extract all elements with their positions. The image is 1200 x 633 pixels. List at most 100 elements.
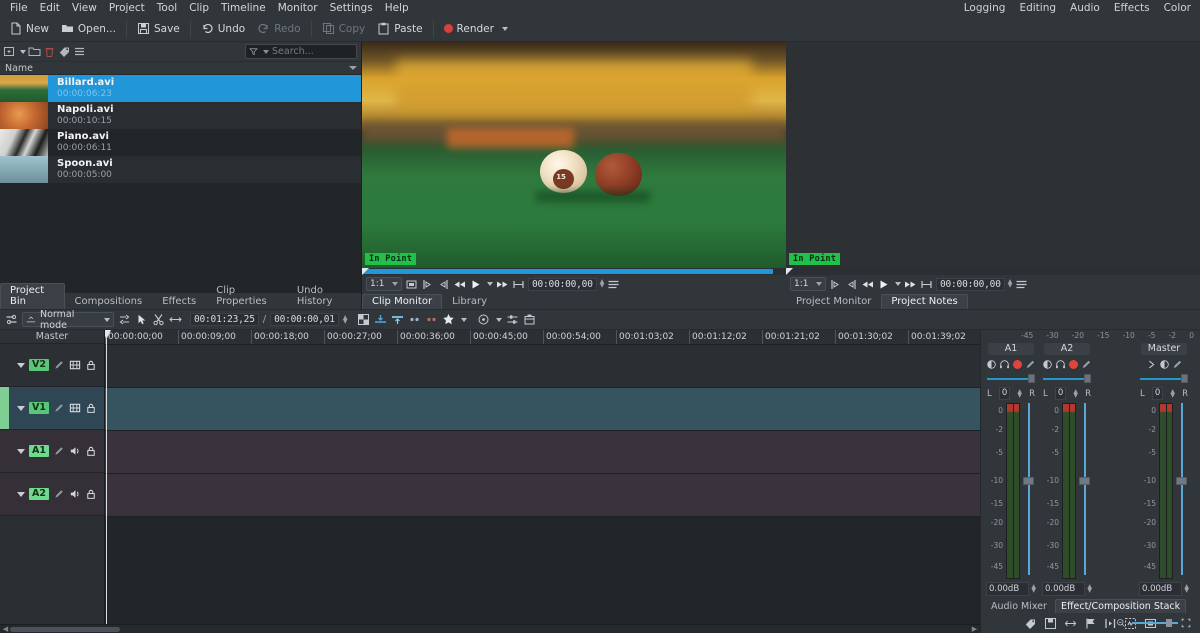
mute-icon[interactable] — [1159, 359, 1170, 370]
clip-monitor-timecode-stepper[interactable]: ▲▼ — [600, 280, 605, 288]
new-project-button[interactable]: New — [3, 20, 55, 37]
add-guide-icon[interactable] — [408, 313, 421, 326]
expand-master-chevron-right-icon[interactable] — [1146, 359, 1157, 370]
add-clip-icon[interactable] — [3, 45, 16, 58]
zoom-fit-icon[interactable] — [1181, 618, 1194, 628]
expand-track-chevron-down-icon[interactable] — [17, 449, 25, 454]
forward-icon[interactable] — [496, 278, 509, 291]
show-effects-icon[interactable] — [1025, 359, 1036, 370]
bin-search-box[interactable]: Search... — [245, 44, 357, 59]
track-lock-icon[interactable] — [85, 359, 97, 371]
copy-button[interactable]: Copy — [316, 20, 372, 37]
timeline-position-timecode[interactable]: 00:01:23,25 — [190, 313, 259, 326]
track-lock-edit-icon[interactable] — [53, 488, 65, 500]
track-header-a1[interactable]: A1 — [0, 430, 104, 473]
filter-funnel-icon[interactable] — [249, 47, 258, 56]
paste-button[interactable]: Paste — [371, 20, 428, 37]
pan-knob[interactable] — [1084, 374, 1091, 383]
track-lock-icon[interactable] — [85, 488, 97, 500]
tab-effect-composition-stack[interactable]: Effect/Composition Stack — [1055, 599, 1186, 613]
pan-value[interactable]: 0 — [1152, 387, 1163, 400]
tab-clip-monitor[interactable]: Clip Monitor — [362, 294, 442, 309]
clip-monitor-timecode[interactable]: 00:00:00,00 — [528, 278, 597, 291]
zoom-slider-knob[interactable] — [1166, 619, 1172, 627]
track-header-v1[interactable]: V1 — [0, 387, 104, 430]
timeline-scroll-thumb[interactable] — [10, 627, 120, 632]
play-options-chevron-down-icon[interactable] — [487, 282, 493, 286]
timeline-lane-v1[interactable] — [105, 388, 980, 431]
redo-button[interactable]: Redo — [251, 20, 306, 37]
pan-slider-row[interactable] — [1043, 374, 1091, 383]
timeline-timecode-stepper[interactable]: ▲▼ — [343, 316, 348, 324]
tab-clip-properties[interactable]: Clip Properties — [206, 283, 287, 309]
bin-header-chevron-down-icon[interactable] — [349, 66, 357, 70]
favorite-chevron-down-icon[interactable] — [461, 318, 467, 322]
edit-mode-select[interactable]: Normal mode — [22, 312, 114, 327]
track-name-v2[interactable]: V2 — [29, 359, 49, 371]
rewind-icon[interactable] — [861, 278, 874, 291]
track-header-v2[interactable]: V2 — [0, 344, 104, 387]
selection-tool-icon[interactable] — [135, 313, 148, 326]
menu-tool[interactable]: Tool — [151, 0, 183, 16]
zoom-out-icon[interactable] — [1116, 618, 1129, 628]
mix-clips-icon[interactable] — [477, 313, 490, 326]
expand-track-chevron-down-icon[interactable] — [17, 406, 25, 411]
timeline-horizontal-scrollbar[interactable]: ◀ ▶ — [0, 624, 980, 633]
play-icon[interactable] — [469, 278, 482, 291]
workspace-logging[interactable]: Logging — [957, 0, 1013, 16]
tab-project-notes[interactable]: Project Notes — [881, 294, 967, 309]
menu-timeline[interactable]: Timeline — [215, 0, 272, 16]
new-folder-icon[interactable] — [28, 45, 41, 58]
project-monitor-playhead[interactable] — [786, 268, 793, 275]
track-header-a2[interactable]: A2 — [0, 473, 104, 516]
workspace-audio[interactable]: Audio — [1063, 0, 1107, 16]
extract-zone-icon[interactable] — [391, 313, 404, 326]
scroll-right-arrow-icon[interactable]: ▶ — [971, 626, 978, 633]
menu-settings[interactable]: Settings — [324, 0, 379, 16]
record-icon[interactable] — [1012, 359, 1023, 370]
track-lock-edit-icon[interactable] — [53, 359, 65, 371]
timeline-lane-a2[interactable] — [105, 474, 980, 517]
solo-headphone-icon[interactable] — [999, 359, 1010, 370]
razor-tool-icon[interactable] — [152, 313, 165, 326]
menu-project[interactable]: Project — [103, 0, 151, 16]
fit-zoom-timeline-icon[interactable] — [1064, 617, 1077, 630]
pan-slider[interactable] — [987, 378, 1028, 380]
spacer-tool-icon[interactable] — [169, 313, 182, 326]
fader-knob[interactable] — [1176, 477, 1187, 485]
solo-headphone-icon[interactable] — [1055, 359, 1066, 370]
tab-undo-history[interactable]: Undo History — [287, 283, 361, 309]
track-lock-icon[interactable] — [85, 402, 97, 414]
fader-knob[interactable] — [1079, 477, 1090, 485]
pan-value[interactable]: 0 — [999, 387, 1010, 400]
menu-clip[interactable]: Clip — [183, 0, 215, 16]
pan-stepper[interactable]: ▲▼ — [1170, 390, 1175, 398]
zone-icon[interactable] — [920, 278, 933, 291]
set-zone-out-icon[interactable] — [845, 278, 858, 291]
gain-value[interactable]: 0.00dB — [986, 582, 1029, 596]
fit-zoom-icon[interactable] — [357, 313, 370, 326]
clip-monitor-zone-bar[interactable] — [362, 268, 786, 275]
clip-monitor-menu-icon[interactable] — [607, 278, 620, 291]
clip-monitor-zoom-select[interactable]: 1:1 — [366, 277, 402, 291]
menu-file[interactable]: File — [4, 0, 34, 16]
show-effects-icon[interactable] — [1172, 359, 1183, 370]
fader-knob[interactable] — [1023, 477, 1034, 485]
tab-project-monitor[interactable]: Project Monitor — [786, 294, 881, 309]
gain-stepper[interactable]: ▲▼ — [1184, 585, 1189, 593]
track-video-toggle-icon[interactable] — [69, 359, 81, 371]
pan-slider[interactable] — [1140, 378, 1181, 380]
clip-monitor-video[interactable]: 15 In Point — [362, 42, 786, 268]
gain-value[interactable]: 0.00dB — [1042, 582, 1085, 596]
mute-icon[interactable] — [986, 359, 997, 370]
tag-icon[interactable] — [58, 45, 71, 58]
project-monitor-menu-icon[interactable] — [1015, 278, 1028, 291]
render-options-chevron-down-icon[interactable] — [502, 27, 508, 31]
expand-track-chevron-down-icon[interactable] — [17, 492, 25, 497]
adjust-levels-icon[interactable] — [506, 313, 519, 326]
volume-fader[interactable] — [1176, 403, 1187, 579]
track-lock-edit-icon[interactable] — [53, 402, 65, 414]
timeline-preview-icon[interactable] — [5, 313, 18, 326]
timeline-lane-empty[interactable] — [105, 517, 980, 624]
pan-value[interactable]: 0 — [1055, 387, 1066, 400]
